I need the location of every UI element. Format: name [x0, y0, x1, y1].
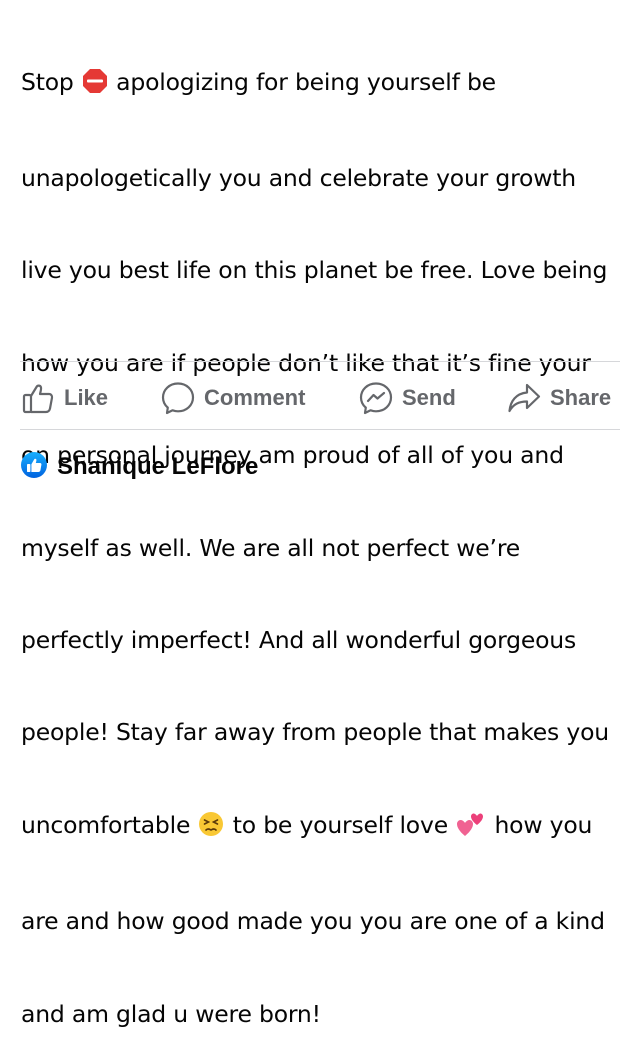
divider-top: [20, 361, 620, 362]
share-label: Share: [550, 385, 612, 410]
post-line: perfectly imperfect! And all wonderful g…: [21, 625, 577, 654]
comment-bubble-icon: [160, 380, 196, 416]
post-line: live you best life on this planet be fre…: [21, 256, 608, 285]
two-hearts-emoji: [456, 811, 486, 845]
like-button[interactable]: Like: [20, 368, 108, 428]
post-line: people! Stay far away from people that m…: [21, 718, 609, 747]
like-reaction-badge-icon: [20, 451, 48, 483]
post-text: Stop apologizing for being yourself be u…: [21, 5, 623, 1060]
stop-sign-emoji: [82, 68, 108, 102]
reaction-row[interactable]: Shanique LeFlore: [20, 451, 258, 483]
post-line: unapologetically you and celebrate your …: [21, 163, 576, 192]
messenger-icon: [358, 380, 394, 416]
send-label: Send: [402, 385, 456, 410]
thumbs-up-outline-icon: [20, 380, 56, 416]
post-line: uncomfortable to be yourself love how yo…: [21, 810, 623, 845]
share-button[interactable]: Share: [506, 368, 611, 428]
post-actions-bar: Like Comment Send Share: [20, 368, 620, 428]
share-arrow-icon: [506, 380, 542, 416]
post-line: and am glad u were born!: [21, 999, 321, 1028]
divider-bottom: [20, 429, 620, 430]
post-line: are and how good made you you are one of…: [21, 907, 605, 936]
like-label: Like: [64, 385, 109, 410]
post-line: myself as well. We are all not perfect w…: [21, 533, 521, 562]
reactor-name[interactable]: Shanique LeFlore: [57, 453, 258, 481]
post-line: Stop apologizing for being yourself be: [21, 67, 623, 102]
persevering-face-emoji: [198, 811, 224, 845]
send-button[interactable]: Send: [358, 368, 456, 428]
comment-button[interactable]: Comment: [160, 368, 305, 428]
comment-label: Comment: [204, 385, 306, 410]
